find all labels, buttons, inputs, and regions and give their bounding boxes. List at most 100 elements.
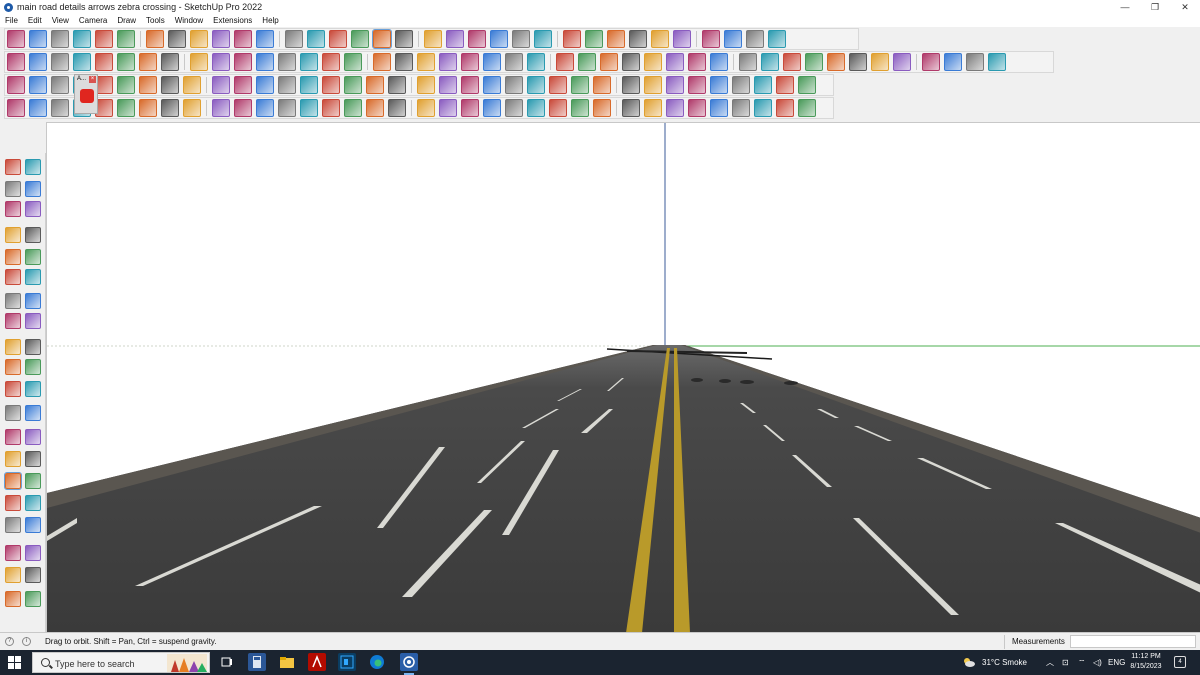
draw-tool-icon[interactable] (549, 99, 567, 117)
previous-tool-icon[interactable] (25, 517, 41, 533)
views-tool-icon[interactable] (527, 53, 545, 71)
views-tool-icon[interactable] (600, 53, 618, 71)
calculator-icon[interactable] (248, 653, 266, 671)
views-tool-icon[interactable] (373, 53, 391, 71)
wifi-icon[interactable]: ⌔ (1078, 650, 1086, 675)
acrobat-icon[interactable] (308, 653, 326, 671)
3d-text-tool-icon[interactable] (25, 451, 41, 467)
views-tool-icon[interactable] (783, 53, 801, 71)
views-tool-icon[interactable] (73, 53, 91, 71)
file-explorer-icon[interactable] (278, 653, 296, 671)
taskbar-search-box[interactable]: Type here to search (32, 652, 210, 673)
standard-tool-icon[interactable] (29, 30, 47, 48)
restore-button[interactable]: ❐ (1140, 0, 1170, 14)
edit-tool-icon[interactable] (483, 76, 501, 94)
views-tool-icon[interactable] (139, 53, 157, 71)
views-tool-icon[interactable] (300, 53, 318, 71)
edit-tool-icon[interactable] (461, 76, 479, 94)
component-tool-icon[interactable] (5, 201, 21, 217)
edit-tool-icon[interactable] (732, 76, 750, 94)
views-tool-icon[interactable] (644, 53, 662, 71)
edit-tool-icon[interactable] (51, 76, 69, 94)
edit-tool-icon[interactable] (366, 76, 384, 94)
edit-tool-icon[interactable] (388, 76, 406, 94)
edit-tool-icon[interactable] (549, 76, 567, 94)
views-tool-icon[interactable] (51, 53, 69, 71)
views-tool-icon[interactable] (417, 53, 435, 71)
tag-tool-icon[interactable] (25, 201, 41, 217)
dimension-tool-icon[interactable] (25, 405, 41, 421)
draw-tool-icon[interactable] (798, 99, 816, 117)
pie-tool-icon[interactable] (25, 293, 41, 309)
views-tool-icon[interactable] (761, 53, 779, 71)
axes-tool-icon[interactable] (5, 451, 21, 467)
edit-tool-icon[interactable] (278, 76, 296, 94)
help-icon[interactable]: ? (5, 637, 14, 646)
move-tool-icon[interactable] (5, 339, 21, 355)
edit-tool-icon[interactable] (688, 76, 706, 94)
standard-tool-icon[interactable] (468, 30, 486, 48)
edit-tool-icon[interactable] (644, 76, 662, 94)
protractor-tool-icon[interactable] (5, 429, 21, 445)
edit-tool-icon[interactable] (29, 76, 47, 94)
edit-tool-icon[interactable] (417, 76, 435, 94)
draw-tool-icon[interactable] (322, 99, 340, 117)
zoom-tool-icon[interactable] (5, 495, 21, 511)
edit-tool-icon[interactable] (571, 76, 589, 94)
standard-tool-icon[interactable] (372, 29, 392, 49)
standard-tool-icon[interactable] (395, 30, 413, 48)
views-tool-icon[interactable] (483, 53, 501, 71)
draw-tool-icon[interactable] (417, 99, 435, 117)
network-icon[interactable]: ⊡ (1062, 650, 1069, 675)
draw-tool-icon[interactable] (117, 99, 135, 117)
views-tool-icon[interactable] (893, 53, 911, 71)
close-icon[interactable]: × (89, 76, 96, 83)
standard-tool-icon[interactable] (651, 30, 669, 48)
draw-tool-icon[interactable] (161, 99, 179, 117)
views-tool-icon[interactable] (505, 53, 523, 71)
walk-tool-icon[interactable] (5, 567, 21, 583)
draw-tool-icon[interactable] (710, 99, 728, 117)
standard-tool-icon[interactable] (73, 30, 91, 48)
menu-help[interactable]: Help (257, 14, 283, 27)
views-tool-icon[interactable] (966, 53, 984, 71)
standard-tool-icon[interactable] (234, 30, 252, 48)
standard-tool-icon[interactable] (190, 30, 208, 48)
paint-bucket-tool-icon[interactable] (5, 181, 21, 197)
views-tool-icon[interactable] (117, 53, 135, 71)
draw-tool-icon[interactable] (622, 99, 640, 117)
standard-tool-icon[interactable] (117, 30, 135, 48)
menu-tools[interactable]: Tools (141, 14, 170, 27)
standard-tool-icon[interactable] (168, 30, 186, 48)
draw-tool-icon[interactable] (51, 99, 69, 117)
edit-tool-icon[interactable] (300, 76, 318, 94)
views-tool-icon[interactable] (988, 53, 1006, 71)
orbit-alt-tool-icon[interactable] (25, 159, 41, 175)
select-tool-icon[interactable] (5, 159, 21, 175)
taskbar-clock[interactable]: 11:12 PM 8/15/2023 (1128, 652, 1164, 672)
edit-tool-icon[interactable] (527, 76, 545, 94)
chevron-up-icon[interactable]: ︿ (1046, 650, 1054, 675)
standard-tool-icon[interactable] (351, 30, 369, 48)
standard-tool-icon[interactable] (673, 30, 691, 48)
draw-tool-icon[interactable] (439, 99, 457, 117)
views-tool-icon[interactable] (805, 53, 823, 71)
standard-tool-icon[interactable] (329, 30, 347, 48)
notification-badge[interactable]: 4 (1174, 656, 1186, 668)
line-tool-icon[interactable] (5, 227, 21, 243)
close-button[interactable]: ✕ (1170, 0, 1200, 14)
task-view-icon[interactable] (218, 653, 236, 671)
three-point-arc-tool-icon[interactable] (25, 313, 41, 329)
views-tool-icon[interactable] (556, 53, 574, 71)
views-tool-icon[interactable] (439, 53, 457, 71)
scale-tool-icon[interactable] (5, 381, 21, 397)
edit-tool-icon[interactable] (754, 76, 772, 94)
views-tool-icon[interactable] (922, 53, 940, 71)
views-tool-icon[interactable] (710, 53, 728, 71)
views-tool-icon[interactable] (666, 53, 684, 71)
standard-tool-icon[interactable] (629, 30, 647, 48)
draw-tool-icon[interactable] (666, 99, 684, 117)
views-tool-icon[interactable] (461, 53, 479, 71)
views-tool-icon[interactable] (944, 53, 962, 71)
draw-tool-icon[interactable] (461, 99, 479, 117)
